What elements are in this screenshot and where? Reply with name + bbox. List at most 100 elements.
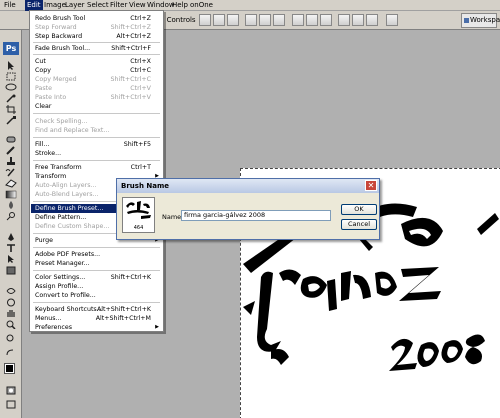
brush-name-dialog: Brush Name ✕ 464 Name: firma garcia-gálv… (116, 178, 380, 240)
quick-mask-icon[interactable] (4, 386, 18, 395)
align-center-button[interactable] (259, 14, 271, 26)
menu-item-label: Free Transform (35, 164, 82, 171)
pen-tool-icon[interactable] (4, 233, 18, 242)
gradient-tool-icon[interactable] (4, 190, 18, 199)
menu-item-paste: Paste Ctrl+V (31, 84, 162, 93)
menu-item-shortcut: Ctrl+Z (130, 15, 151, 22)
distribute-center-button[interactable] (352, 14, 364, 26)
marquee-tool-icon[interactable] (4, 72, 18, 81)
menu-item-label: Find and Replace Text... (35, 127, 110, 134)
menu-item-shortcut: Shift+Ctrl+F (111, 45, 151, 52)
close-icon[interactable]: ✕ (365, 180, 377, 191)
menu-item-copy-merged: Copy Merged Shift+Ctrl+C (31, 75, 162, 84)
menu-item-fade[interactable]: Fade Brush Tool... Shift+Ctrl+F (31, 44, 162, 53)
menu-item-label: Adobe PDF Presets... (35, 251, 101, 258)
menu-item-label: Fill... (35, 141, 50, 148)
brush-tool-icon[interactable] (4, 146, 18, 155)
lasso-tool-icon[interactable] (4, 83, 18, 92)
dialog-titlebar[interactable]: Brush Name ✕ (117, 179, 379, 193)
align-bottom-button[interactable] (227, 14, 239, 26)
menu-item-label: Menus... (35, 315, 62, 322)
3d-orbit-tool-icon[interactable] (4, 298, 18, 307)
menu-item-keyboard-shortcuts[interactable]: Keyboard Shortcuts... Alt+Shift+Ctrl+K (31, 305, 162, 314)
screen-mode-icon[interactable] (4, 400, 18, 409)
auto-align-button[interactable] (386, 14, 398, 26)
menu-item-check-spelling: Check Spelling... (31, 117, 162, 126)
3d-rotate-tool-icon[interactable] (4, 287, 18, 296)
menu-item-label: Keyboard Shortcuts... (35, 306, 103, 313)
ok-button[interactable]: OK (341, 204, 377, 215)
menu-item-color-settings[interactable]: Color Settings... Shift+Ctrl+K (31, 273, 162, 282)
menu-item-preset-manager[interactable]: Preset Manager... (31, 259, 162, 268)
edit-menu-dropdown: Redo Brush Tool Ctrl+Z Step Forward Shift+… (29, 10, 164, 332)
menu-item-label: Define Brush Preset... (35, 205, 104, 212)
menu-item-label: Fade Brush Tool... (35, 45, 91, 52)
path-selection-tool-icon[interactable] (4, 255, 18, 264)
workspace-button[interactable]: Workspa (461, 13, 500, 28)
type-tool-icon[interactable] (4, 244, 18, 253)
menu-item-label: Auto-Blend Layers... (35, 191, 99, 198)
history-brush-tool-icon[interactable] (4, 168, 18, 177)
align-middle-button[interactable] (213, 14, 225, 26)
distribute-bottom-button[interactable] (320, 14, 332, 26)
align-top-button[interactable] (199, 14, 211, 26)
menu-item-preferences[interactable]: Preferences ▶ (31, 323, 162, 332)
menu-onone[interactable]: onOne (188, 0, 215, 11)
menu-help[interactable]: Help (170, 0, 190, 11)
blur-tool-icon[interactable] (4, 201, 18, 210)
brush-preview-thumbnail (126, 201, 151, 219)
menu-item-label: Cut (35, 58, 46, 65)
menu-item-cut[interactable]: Cut Ctrl+X (31, 57, 162, 66)
hand-tool-icon[interactable] (4, 309, 18, 318)
menu-item-copy[interactable]: Copy Ctrl+C (31, 66, 162, 75)
brush-size-label: 464 (133, 225, 144, 231)
menu-item-label: Define Custom Shape... (35, 223, 110, 230)
menu-item-shortcut: Alt+Shift+Ctrl+M (95, 315, 151, 322)
menu-item-menus[interactable]: Menus... Alt+Shift+Ctrl+M (31, 314, 162, 323)
menu-item-label: Color Settings... (35, 274, 86, 281)
distribute-left-button[interactable] (338, 14, 350, 26)
distribute-top-button[interactable] (292, 14, 304, 26)
menu-separator (33, 137, 160, 138)
zoom-tool-icon[interactable] (4, 320, 18, 329)
menu-item-label: Stroke... (35, 150, 62, 157)
cancel-button[interactable]: Cancel (341, 219, 377, 230)
distribute-right-button[interactable] (366, 14, 378, 26)
brush-name-input[interactable]: firma garcia-gálvez 2008 (181, 210, 331, 221)
healing-brush-tool-icon[interactable] (4, 135, 18, 144)
move-tool-icon[interactable] (4, 61, 18, 70)
menu-item-label: Transform (35, 173, 67, 180)
tools-panel: Ps (0, 30, 22, 418)
menu-item-clear[interactable]: Clear (31, 102, 162, 111)
menu-item-adobe-pdf-presets[interactable]: Adobe PDF Presets... (31, 250, 162, 259)
dodge-tool-icon[interactable] (4, 212, 18, 221)
eyedropper-tool-icon[interactable] (4, 116, 18, 125)
menu-item-find-replace: Find and Replace Text... (31, 126, 162, 135)
menu-item-shortcut: Ctrl+C (130, 67, 151, 74)
rectangle-tool-icon[interactable] (4, 266, 18, 275)
menu-separator (33, 270, 160, 271)
menu-item-assign-profile[interactable]: Assign Profile... (31, 282, 162, 291)
menu-separator (33, 247, 160, 248)
menu-item-fill[interactable]: Fill... Shift+F5 (31, 140, 162, 149)
swap-colors-icon[interactable] (4, 348, 18, 357)
align-right-button[interactable] (273, 14, 285, 26)
menu-item-shortcut: Alt+Ctrl+Z (116, 33, 151, 40)
menu-file[interactable]: File (2, 0, 18, 11)
menu-item-label: Preferences (35, 324, 73, 331)
menu-item-redo[interactable]: Redo Brush Tool Ctrl+Z (31, 14, 162, 23)
menu-item-free-transform[interactable]: Free Transform Ctrl+T (31, 163, 162, 172)
eraser-tool-icon[interactable] (4, 179, 18, 188)
foreground-color-swatch[interactable] (4, 363, 15, 374)
menu-item-label: Define Pattern... (35, 214, 87, 221)
menu-item-stroke[interactable]: Stroke... (31, 149, 162, 158)
quick-selection-tool-icon[interactable] (4, 94, 18, 103)
distribute-middle-button[interactable] (306, 14, 318, 26)
clone-stamp-tool-icon[interactable] (4, 157, 18, 166)
menu-item-step-backward[interactable]: Step Backward Alt+Ctrl+Z (31, 32, 162, 41)
crop-tool-icon[interactable] (4, 105, 18, 114)
align-left-button[interactable] (245, 14, 257, 26)
menu-item-convert-to-profile[interactable]: Convert to Profile... (31, 291, 162, 300)
zoom-out-icon[interactable] (4, 334, 18, 343)
menu-item-shortcut: Ctrl+X (130, 58, 151, 65)
